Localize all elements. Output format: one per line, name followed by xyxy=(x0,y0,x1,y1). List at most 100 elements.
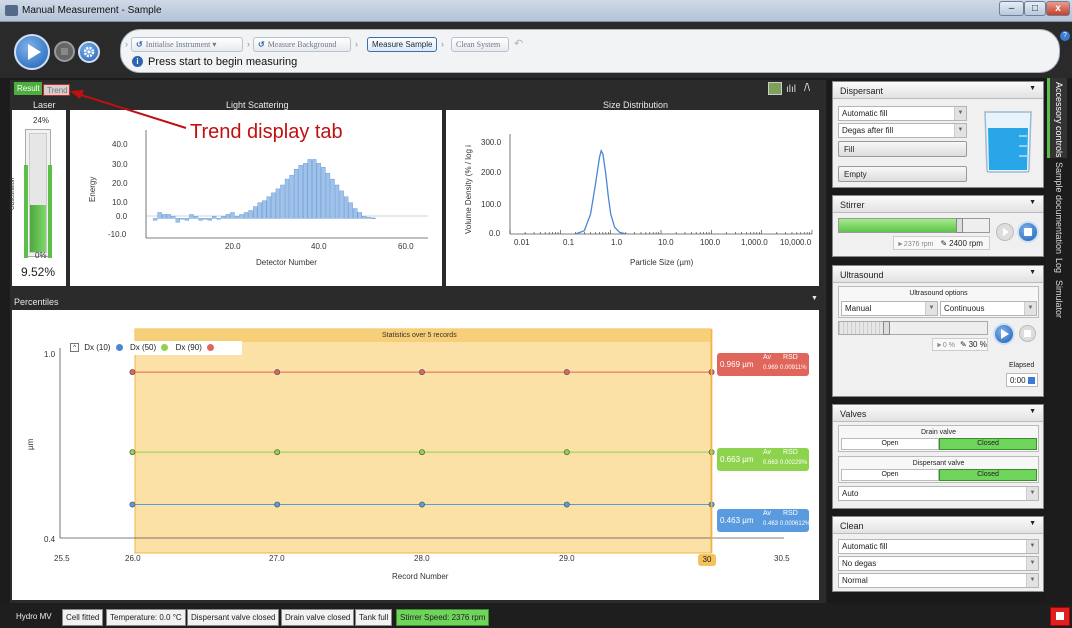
maximize-button[interactable]: □ xyxy=(1024,1,1046,16)
chevron-down-icon[interactable]: ▼ xyxy=(1029,85,1036,92)
bar-chart-icon[interactable]: ılıl xyxy=(786,84,796,95)
ultrasound-mode-select[interactable]: Manual ▼ xyxy=(841,301,938,316)
scattering-bar xyxy=(230,212,235,219)
ultrasound-power-slider[interactable] xyxy=(838,321,988,335)
start-button[interactable] xyxy=(14,34,50,70)
help-icon[interactable]: ? xyxy=(1060,31,1070,41)
data-point[interactable] xyxy=(129,369,136,376)
degas-select[interactable]: Degas after fill ▼ xyxy=(838,123,967,138)
chevron-down-icon[interactable]: ▼ xyxy=(1029,408,1036,415)
laser-panel: 24% Obscuration 0% 9.52% xyxy=(10,110,66,286)
slider-thumb[interactable] xyxy=(883,321,890,335)
dispersant-closed-button[interactable]: Closed xyxy=(939,469,1037,481)
scattering-bar xyxy=(353,208,358,219)
chevron-down-icon[interactable]: ▼ xyxy=(1029,199,1036,206)
ultrasound-stop-button[interactable] xyxy=(1019,325,1036,342)
dispersant-open-button[interactable]: Open xyxy=(841,469,939,481)
chevron-down-icon[interactable]: ▼ xyxy=(1029,269,1036,276)
clean-header[interactable]: Clean ▼ xyxy=(833,517,1043,534)
step-clean-system[interactable]: Clean System xyxy=(451,37,509,52)
statistics-title: Statistics over 5 records xyxy=(382,332,457,339)
laser-max-label: 24% xyxy=(33,116,50,125)
title-bar: Manual Measurement - Sample – □ x xyxy=(0,0,1072,22)
line-chart-icon[interactable]: /\ xyxy=(804,82,810,94)
timer-icon[interactable] xyxy=(1027,377,1035,385)
drain-open-button[interactable]: Open xyxy=(841,438,939,450)
data-point[interactable] xyxy=(563,369,570,376)
pencil-icon[interactable]: ✎ xyxy=(960,340,967,349)
collapse-legend-icon[interactable]: ^ xyxy=(70,343,79,353)
x-axis-label: Record Number xyxy=(392,572,449,581)
x-tick: 28.0 xyxy=(414,554,430,563)
clean-degas-select[interactable]: No degas ▼ xyxy=(838,556,1039,571)
clean-fill-select[interactable]: Automatic fill ▼ xyxy=(838,539,1039,554)
tab-simulator[interactable]: Simulator xyxy=(1054,280,1064,318)
data-point[interactable] xyxy=(129,449,136,456)
status-dispersant-valve: Dispersant valve closed xyxy=(187,609,280,626)
data-point[interactable] xyxy=(419,449,425,456)
tab-sample-documentation[interactable]: Sample documentation xyxy=(1054,162,1064,254)
x-tick: 10.0 xyxy=(658,238,674,247)
badge-value: 0.663 µm xyxy=(720,455,754,464)
record-marker[interactable]: 30 xyxy=(698,554,716,566)
step-measure-background[interactable]: ↺ Measure Background xyxy=(253,37,351,52)
stirrer-stop-button[interactable] xyxy=(1017,221,1039,243)
app-icon xyxy=(5,5,18,16)
data-point[interactable] xyxy=(274,369,281,376)
drain-closed-button[interactable]: Closed xyxy=(939,438,1037,450)
step-measure-sample[interactable]: Measure Sample xyxy=(367,37,437,52)
ultrasound-header[interactable]: Ultrasound ▼ xyxy=(833,266,1043,283)
status-stirrer-speed: Stirrer Speed: 2376 rpm xyxy=(396,609,490,626)
tab-log[interactable]: Log xyxy=(1054,258,1064,273)
valves-header[interactable]: Valves ▼ xyxy=(833,405,1043,422)
valve-mode-select[interactable]: Auto ▼ xyxy=(838,486,1039,501)
stop-button[interactable] xyxy=(54,41,75,62)
fill-button[interactable]: Fill xyxy=(838,141,967,157)
table-view-icon[interactable] xyxy=(768,82,782,95)
instrument-name: Hydro MV xyxy=(16,612,52,621)
size-distribution-panel: 300.0 200.0 100.0 0.0 0.01 0.1 1.0 10.0 … xyxy=(446,110,819,286)
chevron-down-icon[interactable]: ▾ xyxy=(212,40,216,49)
data-point[interactable] xyxy=(419,501,425,508)
obscuration-label: Obscuration xyxy=(10,177,16,210)
badge-av-value: 0.463 xyxy=(763,521,779,527)
group-label: Drain valve xyxy=(920,429,956,436)
minimize-button[interactable]: – xyxy=(999,1,1024,16)
x-tick: 0.1 xyxy=(563,238,575,247)
speed-setpoint[interactable]: 2400 rpm xyxy=(949,239,983,248)
y-tick: 0.0 xyxy=(116,212,128,221)
chevron-down-icon[interactable]: ▼ xyxy=(811,295,818,302)
tab-label[interactable]: Accessory controls xyxy=(1054,82,1064,158)
y-axis-label: µm xyxy=(26,438,35,450)
data-point[interactable] xyxy=(419,369,425,376)
data-point[interactable] xyxy=(274,501,281,508)
stirrer-start-button[interactable] xyxy=(996,223,1014,241)
power-setpoint[interactable]: 30 % xyxy=(969,340,987,349)
close-button[interactable]: x xyxy=(1046,1,1070,16)
undo-icon[interactable]: ↶ xyxy=(514,37,523,50)
scattering-bar xyxy=(307,159,312,219)
dispersant-header[interactable]: Dispersant ▼ xyxy=(833,82,1043,99)
y-tick: 30.0 xyxy=(112,160,128,169)
ultrasound-continuous-select[interactable]: Continuous ▼ xyxy=(940,301,1037,316)
step-initialise-instrument[interactable]: ↺ Initialise Instrument ▾ xyxy=(131,37,243,52)
data-point[interactable] xyxy=(563,501,570,508)
play-icon xyxy=(28,44,41,60)
ultrasound-start-button[interactable] xyxy=(993,323,1015,345)
stirrer-header[interactable]: Stirrer ▼ xyxy=(833,196,1043,213)
data-point[interactable] xyxy=(563,449,570,456)
pencil-icon[interactable]: ✎ xyxy=(940,239,947,248)
tab-result[interactable]: Result xyxy=(14,82,42,95)
panel-title-size-distribution: Size Distribution xyxy=(603,100,669,110)
settings-button[interactable] xyxy=(78,41,100,63)
stop-all-button[interactable] xyxy=(1050,607,1070,626)
stirrer-speed-slider[interactable] xyxy=(838,218,990,233)
data-point[interactable] xyxy=(129,501,136,508)
badge-av-value: 0.969 xyxy=(763,365,779,371)
chevron-down-icon[interactable]: ▼ xyxy=(1029,520,1036,527)
slider-thumb[interactable] xyxy=(956,218,963,233)
data-point[interactable] xyxy=(274,449,281,456)
fill-mode-select[interactable]: Automatic fill ▼ xyxy=(838,106,967,121)
empty-button[interactable]: Empty xyxy=(838,166,967,182)
clean-mode-select[interactable]: Normal ▼ xyxy=(838,573,1039,588)
